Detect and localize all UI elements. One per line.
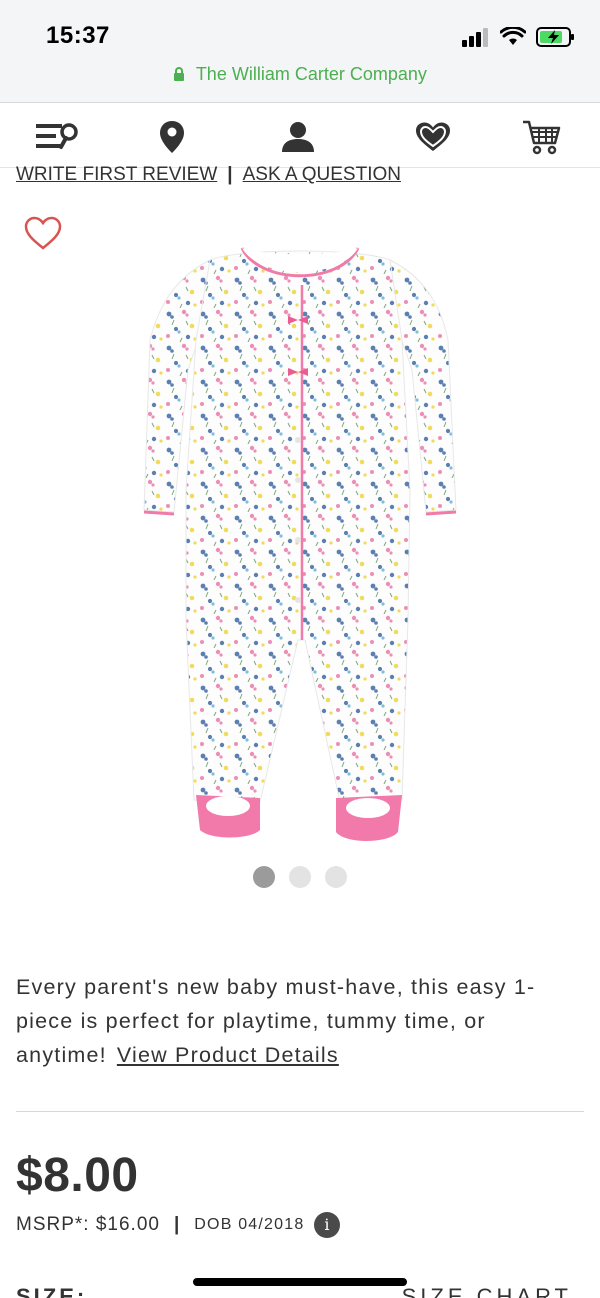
carousel-dot[interactable] (289, 866, 311, 888)
divider (16, 1111, 584, 1112)
floral-footed-sleeper-image (143, 247, 457, 841)
review-links: WRITE FIRST REVIEW | ASK A QUESTION (16, 164, 401, 186)
account-icon[interactable] (276, 119, 320, 155)
status-time: 15:37 (46, 22, 110, 49)
wifi-icon (500, 27, 526, 45)
view-product-details-link[interactable]: View Product Details (117, 1043, 339, 1067)
site-name: The William Carter Company (195, 64, 427, 84)
product-page: 15:37 The William Carter Company WRITE F… (0, 0, 600, 1298)
msrp-separator: | (173, 1214, 181, 1235)
write-review-link[interactable]: WRITE FIRST REVIEW (16, 164, 217, 185)
product-description: Every parent's new baby must-have, this … (16, 970, 588, 1072)
menu-search-icon[interactable] (36, 119, 80, 155)
battery-charging-icon (536, 27, 574, 47)
wishlist-icon[interactable] (411, 119, 455, 155)
ask-question-link[interactable]: ASK A QUESTION (243, 164, 401, 185)
store-locator-icon[interactable] (150, 119, 194, 155)
msrp-line: MSRP*: $16.00 | DOB 04/2018 i (16, 1212, 341, 1238)
lock-icon (174, 67, 185, 81)
status-icons (462, 24, 576, 50)
url-bar[interactable]: The William Carter Company (0, 64, 600, 85)
cart-icon[interactable] (520, 119, 564, 155)
status-bar: 15:37 The William Carter Company (0, 0, 600, 103)
image-carousel-dots (0, 866, 600, 888)
review-separator: | (227, 164, 233, 185)
msrp-price: MSRP*: $16.00 (16, 1214, 160, 1235)
carousel-dot[interactable] (325, 866, 347, 888)
carousel-dot[interactable] (253, 866, 275, 888)
size-label: SIZE: (16, 1284, 88, 1298)
info-icon[interactable]: i (314, 1212, 341, 1238)
product-price: $8.00 (16, 1149, 139, 1202)
favorite-heart-icon[interactable] (24, 216, 62, 252)
signal-icon (462, 28, 488, 47)
nav-bar (0, 103, 600, 168)
size-chart-link[interactable]: SIZE CHART (402, 1284, 572, 1298)
dob-label: DOB 04/2018 (194, 1216, 305, 1233)
home-indicator[interactable] (193, 1278, 407, 1286)
